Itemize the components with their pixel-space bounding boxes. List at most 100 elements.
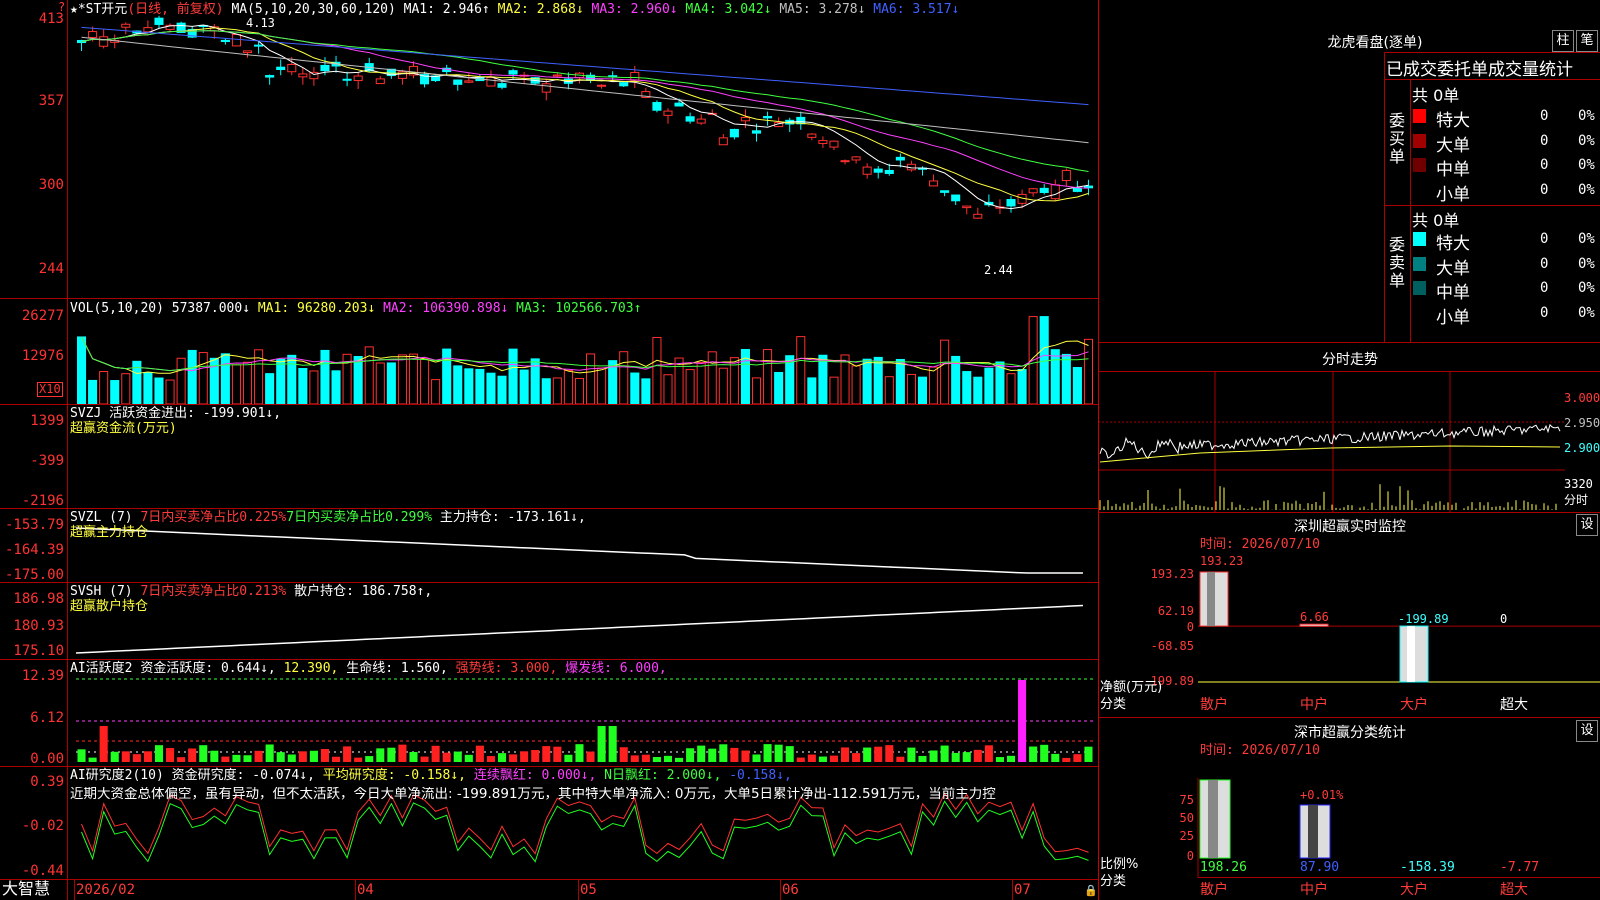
research-bar xyxy=(896,815,905,828)
vol-ma1: MA1: 96280.203↓ xyxy=(257,301,376,316)
volume-bar xyxy=(198,352,208,405)
tick-mode-button[interactable]: 笔 xyxy=(1576,30,1598,52)
activity-bar xyxy=(475,745,484,762)
activity-bar xyxy=(575,744,584,762)
sz-bar-large-shade xyxy=(1407,626,1415,682)
research-bar xyxy=(409,816,418,828)
sz-settings-button[interactable]: 设 xyxy=(1576,514,1598,536)
high-mark: 4.13 xyxy=(246,16,275,30)
cls-ytick: 50 xyxy=(1179,811,1194,825)
ai1-bars xyxy=(76,678,1094,762)
activity-bar xyxy=(597,726,606,762)
flow-bar xyxy=(1064,452,1068,465)
candle-body xyxy=(541,83,551,93)
ai1-t3: 生命线: 1.560, xyxy=(346,661,448,676)
ai2-t1: 资金研究度: -0.074↓, xyxy=(171,768,315,783)
vol-unit[interactable]: X10 xyxy=(37,382,63,397)
svsh-ytick: 180.93 xyxy=(13,618,64,634)
period-label[interactable]: (日线, 前复权) xyxy=(127,2,223,17)
volume-bar xyxy=(597,367,607,405)
cls-xlabel: 分类 xyxy=(1100,874,1127,889)
stock-name[interactable]: *ST开元 xyxy=(78,2,127,17)
lock-icon[interactable]: 🔒 xyxy=(1084,884,1098,897)
activity-bar xyxy=(586,751,595,762)
flow-bar xyxy=(489,452,493,457)
cls-cat: 散户 xyxy=(1200,882,1228,898)
activity-bar xyxy=(1040,744,1049,762)
research-bar xyxy=(675,828,684,836)
ma-value-4: MA4: 3.042↓ xyxy=(677,2,772,17)
volume-bar xyxy=(929,366,939,405)
svsh-ytick: 186.98 xyxy=(13,591,64,607)
activity-bar xyxy=(298,751,307,762)
flow-bar xyxy=(566,450,570,452)
volume-bar xyxy=(1006,373,1016,405)
activity-bar xyxy=(199,745,208,762)
research-bar xyxy=(719,828,728,837)
flow-bar xyxy=(843,452,847,471)
vol-ma1-value: 96280.203↓ xyxy=(297,301,376,316)
flow-bar xyxy=(290,448,294,452)
research-bar xyxy=(1073,828,1082,835)
activity-bar xyxy=(309,750,318,762)
cls-value: -7.77 xyxy=(1500,860,1540,875)
bar-mode-button[interactable]: 柱 xyxy=(1552,30,1574,52)
activity-bar xyxy=(697,745,706,762)
activity-bar xyxy=(542,746,551,762)
candle-body xyxy=(552,74,562,77)
vol-ma3: MA3: 102566.703↑ xyxy=(516,301,642,316)
ai1-ytick: 6.12 xyxy=(30,710,64,726)
candle-body xyxy=(121,23,131,28)
vol-ma2-value: 106390.898↓ xyxy=(422,301,509,316)
vol-title: VOL(5,10,20) xyxy=(70,301,164,316)
activity-bar xyxy=(99,726,108,762)
sell-side-label: 委卖单 xyxy=(1388,235,1405,290)
volume-bar xyxy=(99,371,109,405)
sz-cat: 超大 xyxy=(1500,697,1528,713)
cls-value: 198.26 xyxy=(1200,860,1247,875)
flow-bar xyxy=(135,452,139,460)
cls-settings-button[interactable]: 设 xyxy=(1576,720,1598,742)
row-pct: 0% xyxy=(1578,280,1595,296)
activity-bar xyxy=(896,756,905,762)
flow-bar xyxy=(611,443,615,452)
volume-bar xyxy=(630,372,640,405)
cls-bar-retail-shade xyxy=(1208,780,1218,858)
candle-body xyxy=(652,102,662,111)
flow-bar xyxy=(832,447,836,452)
activity-bar xyxy=(829,755,838,762)
sz-monitor-title: 深圳超赢实时监控 xyxy=(1294,519,1406,535)
cls-cat: 中户 xyxy=(1300,882,1328,898)
divider xyxy=(0,659,1098,660)
main-chart-svg[interactable] xyxy=(0,0,1600,900)
candle-body xyxy=(696,118,706,124)
candle-body xyxy=(862,166,872,175)
row-pct: 0% xyxy=(1578,181,1595,198)
volume-bar xyxy=(652,336,662,405)
svsh-line xyxy=(75,604,1083,654)
volume-bar xyxy=(375,362,385,405)
activity-bar xyxy=(497,753,507,762)
research-bar xyxy=(464,818,473,828)
legend-swatch xyxy=(1413,281,1426,295)
flow-bar xyxy=(223,443,227,452)
candle-body xyxy=(353,75,363,82)
intraday-price-line xyxy=(1099,423,1561,460)
flow-bar xyxy=(146,447,150,452)
svzj-bars xyxy=(80,422,1090,497)
row-label: 特大 xyxy=(1436,111,1470,131)
row-pct: 0% xyxy=(1578,132,1595,149)
volume-bar xyxy=(320,349,330,405)
research-bar xyxy=(210,826,219,828)
flow-bar xyxy=(721,452,725,458)
research-bar xyxy=(77,815,86,828)
research-bar xyxy=(343,828,352,836)
row-label: 中单 xyxy=(1436,160,1470,180)
cls-date: 时间: 2026/07/10 xyxy=(1200,743,1320,758)
activity-bar xyxy=(984,745,993,762)
research-bar xyxy=(431,828,440,830)
candle-body xyxy=(276,66,286,71)
time-tick xyxy=(355,880,356,900)
candle-body xyxy=(829,140,839,148)
ma-value-3: MA3: 2.960↓ xyxy=(583,2,678,17)
